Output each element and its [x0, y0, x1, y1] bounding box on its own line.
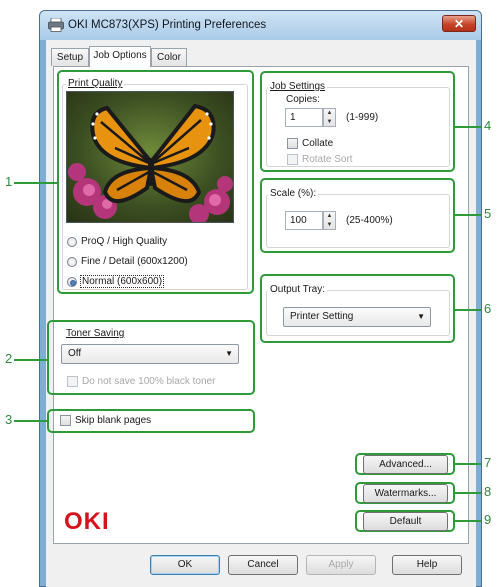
radio-normal[interactable] [67, 277, 77, 287]
collate-label[interactable]: Collate [302, 138, 333, 149]
apply-button[interactable]: Apply [306, 555, 376, 575]
print-quality-label: Print Quality [68, 78, 123, 89]
window-title: OKI MC873(XPS) Printing Preferences [68, 19, 267, 31]
callout-number-4: 4 [484, 118, 492, 133]
output-tray-label: Output Tray: [268, 284, 328, 295]
watermarks-button[interactable]: Watermarks... [363, 484, 448, 503]
toner-saving-value: Off [68, 348, 82, 359]
ok-button[interactable]: OK [150, 555, 220, 575]
callout-number-8: 8 [484, 484, 492, 499]
spin-down-icon[interactable]: ▼ [324, 221, 335, 230]
skip-blank-checkbox[interactable] [60, 415, 71, 426]
close-button[interactable]: ✕ [442, 15, 476, 32]
scale-label: Scale (%): [268, 188, 319, 199]
print-quality-legend: Print Quality [66, 78, 125, 89]
callout-leader-9 [455, 520, 481, 522]
advanced-button[interactable]: Advanced... [363, 455, 448, 474]
chevron-down-icon: ▼ [225, 349, 233, 358]
tab-setup[interactable]: Setup [51, 48, 89, 66]
callout-leader-6 [455, 309, 481, 311]
callout-leader-4 [455, 126, 481, 128]
toner-saving-select[interactable]: Off ▼ [61, 344, 239, 364]
toner-saving-text: Toner Saving [66, 328, 125, 339]
callout-leader-7 [455, 463, 481, 465]
output-tray-select[interactable]: Printer Setting ▼ [283, 307, 431, 327]
tab-color[interactable]: Color [151, 48, 187, 66]
callout-leader-5 [455, 214, 481, 216]
callout-leader-1 [14, 182, 57, 184]
no-save-black-label: Do not save 100% black toner [82, 376, 216, 387]
copies-label: Copies: [286, 94, 320, 105]
radio-proq-high-quality[interactable] [67, 237, 77, 247]
copies-range: (1-999) [346, 112, 379, 123]
callout-leader-2 [14, 359, 47, 361]
scale-input[interactable]: 100 [285, 211, 323, 230]
proq-high-quality-label[interactable]: ProQ / High Quality [81, 236, 167, 247]
rotate-sort-checkbox[interactable] [287, 154, 298, 165]
callout-number-7: 7 [484, 455, 492, 470]
job-settings-legend: Job Settings [268, 81, 328, 92]
callout-leader-3 [14, 420, 47, 422]
spin-down-icon[interactable]: ▼ [324, 118, 335, 127]
quality-preview-image [66, 91, 234, 223]
collate-checkbox[interactable] [287, 138, 298, 149]
fine-detail-label[interactable]: Fine / Detail (600x1200) [81, 256, 188, 267]
toner-saving-label: Toner Saving [66, 328, 124, 339]
callout-number-6: 6 [484, 301, 492, 316]
radio-fine-detail[interactable] [67, 257, 77, 267]
butterfly-image [67, 92, 233, 222]
callout-leader-8 [455, 492, 481, 494]
default-button[interactable]: Default [363, 512, 448, 531]
callout-number-5: 5 [484, 206, 492, 221]
printer-icon [48, 18, 64, 32]
callout-number-2: 2 [5, 351, 13, 366]
spin-up-icon[interactable]: ▲ [324, 212, 335, 221]
callout-number-9: 9 [484, 512, 492, 527]
cancel-button[interactable]: Cancel [228, 555, 298, 575]
scale-spinner[interactable]: ▲ ▼ [323, 211, 336, 230]
rotate-sort-label: Rotate Sort [302, 154, 353, 165]
chevron-down-icon: ▼ [417, 312, 425, 321]
job-settings-label: Job Settings [270, 81, 326, 92]
spin-up-icon[interactable]: ▲ [324, 109, 335, 118]
no-save-black-checkbox[interactable] [67, 376, 78, 387]
copies-input[interactable]: 1 [285, 108, 323, 127]
copies-spinner[interactable]: ▲ ▼ [323, 108, 336, 127]
tab-job-options[interactable]: Job Options [89, 46, 151, 67]
scale-range: (25-400%) [346, 215, 393, 226]
output-tray-value: Printer Setting [290, 311, 354, 322]
skip-blank-label[interactable]: Skip blank pages [75, 415, 151, 426]
callout-number-3: 3 [5, 412, 13, 427]
normal-label[interactable]: Normal (600x600) [80, 275, 165, 288]
oki-logo: OKI [64, 508, 110, 535]
callout-number-1: 1 [5, 174, 13, 189]
help-button[interactable]: Help [392, 555, 462, 575]
